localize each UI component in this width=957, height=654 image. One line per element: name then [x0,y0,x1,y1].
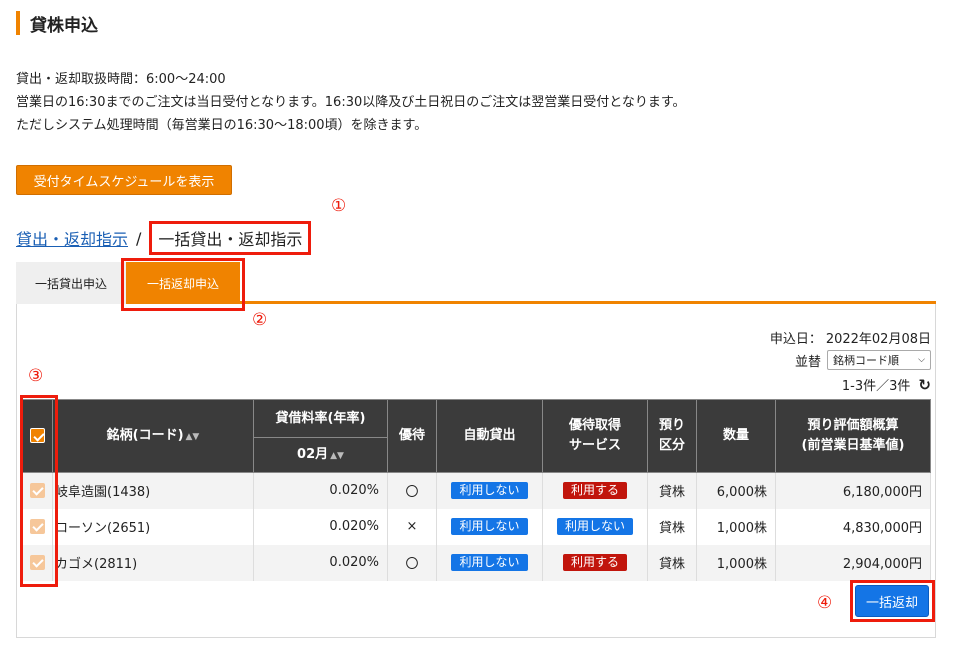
auto-lend-cell: 利用しない [436,508,543,545]
page-title: 貸株申込 [16,10,98,36]
quantity: 6,000株 [696,472,776,509]
service-badge: 利用する [562,554,627,571]
stock-name: カゴメ(2811) [52,544,254,581]
application-date: 申込日： 2022年02月08日 [770,328,931,347]
sort-select[interactable]: 銘柄コード順 ⌵ [827,350,931,370]
custody-type: 貸株 [647,544,697,581]
service-cell: 利用しない [542,508,648,545]
header-auto-lend: 自動貸出 [436,399,543,473]
header-valuation: 預り評価額概算 (前営業日基準値) [775,399,931,473]
refresh-icon[interactable]: ↻ [918,376,931,394]
title-accent-bar [16,11,20,35]
header-benefit-service: 優待取得 サービス [542,399,648,473]
service-badge: 利用しない [556,518,633,535]
sort-label: 並替 [794,354,821,370]
table-row: 岐阜造園(1438) 0.020% 〇 利用しない 利用する 貸株 6,000株… [22,472,931,509]
header-name[interactable]: 銘柄(コード) ▲▼ [52,399,254,473]
breadcrumb: 貸出・返却指示 / 一括貸出・返却指示 [16,221,312,255]
show-schedule-button[interactable]: 受付タイムスケジュールを表示 [16,165,232,195]
note-cutoff: 営業日の16:30までのご注文は当日受付となります。16:30以降及び土日祝日の… [16,95,686,110]
sort-icon: ▲▼ [185,431,200,442]
tab-bulk-lend[interactable]: 一括貸出申込 [16,262,126,304]
header-value-line1: 預り評価額概算 [807,418,899,433]
sort-icon: ▲▼ [330,450,344,461]
breadcrumb-current: 一括貸出・返却指示 [149,221,312,255]
benefit-mark: 〇 [387,544,437,581]
header-quantity: 数量 [696,399,776,473]
benefit-mark: × [387,508,437,545]
header-rate-month-text: 02月 [297,446,329,462]
count-text: 1-3件／3件 [841,379,911,394]
service-cell: 利用する [542,472,648,509]
header-service-line2: サービス [568,438,621,453]
note-hours: 貸出・返却取扱時間：6:00〜24:00 [16,72,226,87]
date-value: 2022年02月08日 [825,332,931,347]
quantity: 1,000株 [696,508,776,545]
header-type-line1: 預り [658,418,685,433]
annotation-4: ④ [817,593,833,613]
note-exception: ただしシステム処理時間（毎営業日の16:30〜18:00頃）を除きます。 [16,118,428,133]
sort-control: 並替 銘柄コード順 ⌵ [795,350,931,370]
auto-lend-badge: 利用しない [451,482,528,500]
valuation: 4,830,000円 [775,508,931,545]
result-count: 1-3件／3件 ↻ [841,375,931,395]
notes: 貸出・返却取扱時間：6:00〜24:00 営業日の16:30までのご注文は当日受… [16,68,686,137]
valuation: 2,904,000円 [775,544,931,581]
breadcrumb-separator: / [136,228,142,248]
holdings-table: 銘柄(コード) ▲▼ 貸借料率(年率) 優待 自動貸出 優待取得 サービス 預り 区分… [22,399,931,581]
auto-lend-cell: 利用しない [436,472,543,509]
stock-name: 岐阜造園(1438) [52,472,254,509]
custody-type: 貸株 [647,472,697,509]
annotation-3: ③ [28,366,44,386]
highlight-checkbox-column [20,395,58,587]
header-service-line1: 優待取得 [568,418,621,433]
annotation-1: ① [331,196,347,216]
chevron-down-icon: ⌵ [918,355,925,365]
quantity: 1,000株 [696,544,776,581]
lending-rate: 0.020% [253,472,388,509]
service-badge: 利用する [562,482,627,500]
date-label: 申込日： [769,332,822,347]
valuation: 6,180,000円 [775,472,931,509]
stock-name: ローソン(2651) [52,508,254,545]
table-row: ローソン(2651) 0.020% × 利用しない 利用しない 貸株 1,000… [22,508,931,545]
custody-type: 貸株 [647,508,697,545]
auto-lend-cell: 利用しない [436,544,543,581]
service-cell: 利用する [542,544,648,581]
header-benefit: 優待 [387,399,437,473]
benefit-mark: 〇 [387,472,437,509]
header-value-line2: (前営業日基準値) [801,438,905,453]
header-custody-type: 預り 区分 [647,399,697,473]
breadcrumb-link-lend-return[interactable]: 貸出・返却指示 [16,226,128,250]
auto-lend-badge: 利用しない [451,518,528,535]
highlight-return-button [850,580,935,622]
sort-select-value: 銘柄コード順 [833,354,899,367]
table-row: カゴメ(2811) 0.020% 〇 利用しない 利用する 貸株 1,000株 … [22,544,931,581]
header-rate: 貸借料率(年率) [253,399,388,438]
page-title-text: 貸株申込 [30,15,98,36]
lending-rate: 0.020% [253,544,388,581]
header-name-text: 銘柄(コード) [106,427,184,443]
auto-lend-badge: 利用しない [451,554,528,571]
lending-rate: 0.020% [253,508,388,545]
header-rate-month[interactable]: 02月 ▲▼ [253,437,388,473]
header-type-line2: 区分 [658,438,685,453]
